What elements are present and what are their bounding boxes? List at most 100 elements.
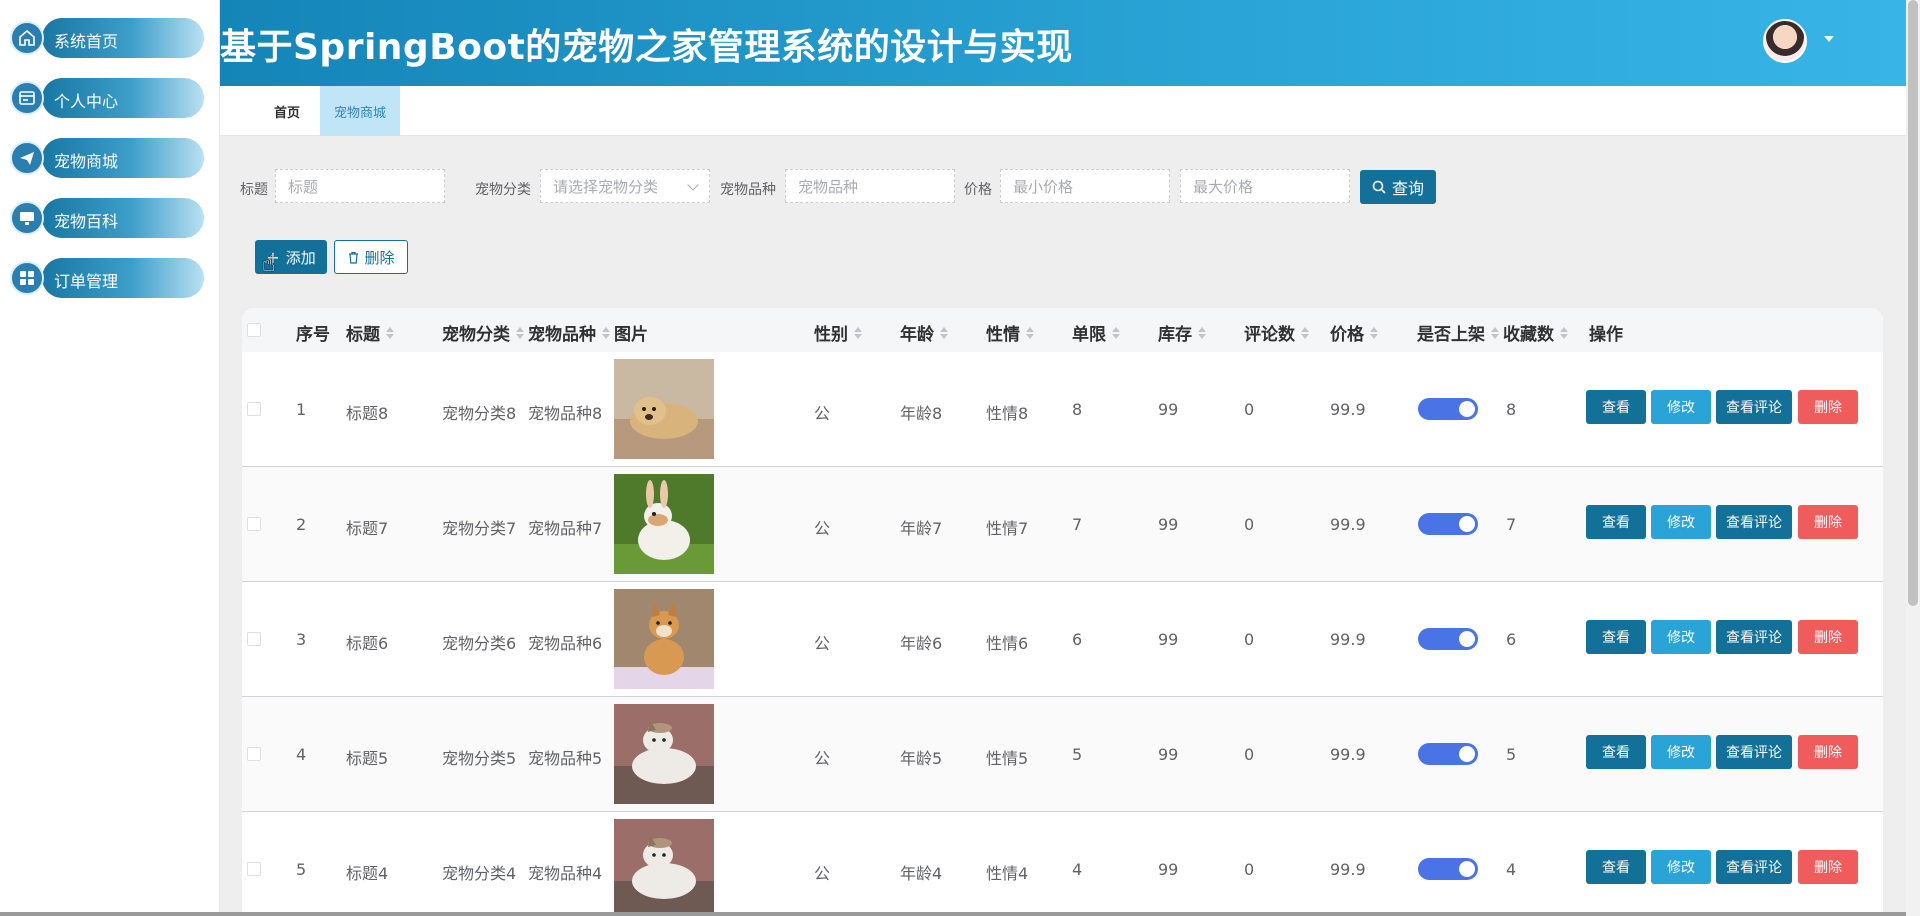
sidebar-item-orders[interactable]: 订单管理 [10, 258, 204, 298]
sidebar: 系统首页 个人中心 宠物商城 宠物百科 订单管理 [0, 0, 220, 916]
pet-image[interactable] [614, 704, 714, 804]
th-actions-label: 操作 [1589, 325, 1623, 345]
sidebar-item-pet-wiki[interactable]: 宠物百科 [10, 198, 204, 238]
th-category[interactable]: 宠物分类 [442, 320, 524, 345]
search-icon [1372, 180, 1386, 194]
view-comments-button[interactable]: 查看评论 [1716, 620, 1792, 654]
th-index-label: 序号 [296, 325, 330, 345]
query-button[interactable]: 查询 [1360, 170, 1436, 204]
cell-age: 年龄5 [900, 749, 943, 768]
th-gender[interactable]: 性别 [814, 320, 862, 345]
edit-button[interactable]: 修改 [1651, 390, 1711, 424]
edit-button[interactable]: 修改 [1651, 505, 1711, 539]
sort-icon [516, 326, 524, 339]
table-row: 3 标题6 宠物分类6 宠物品种6 公 年龄6 性情6 6 99 0 99.9 … [242, 582, 1883, 697]
toggle-knob [1459, 401, 1475, 417]
edit-button[interactable]: 修改 [1651, 735, 1711, 769]
view-button[interactable]: 查看 [1586, 850, 1646, 884]
on-shelf-toggle[interactable] [1418, 858, 1478, 880]
sidebar-item-label: 宠物百科 [54, 212, 119, 231]
cell-gender: 公 [814, 404, 831, 423]
table-row: 1 标题8 宠物分类8 宠物品种8 公 年龄8 性情8 8 99 0 99.9 … [242, 352, 1883, 467]
row-checkbox[interactable] [247, 402, 261, 416]
category-select[interactable]: 请选择宠物分类 [540, 169, 710, 203]
max-price-input[interactable]: 最大价格 [1180, 169, 1350, 203]
view-button[interactable]: 查看 [1586, 735, 1646, 769]
th-comments[interactable]: 评论数 [1244, 320, 1309, 345]
view-button[interactable]: 查看 [1586, 390, 1646, 424]
on-shelf-toggle[interactable] [1418, 743, 1478, 765]
pet-image[interactable] [614, 474, 714, 574]
view-comments-button[interactable]: 查看评论 [1716, 390, 1792, 424]
delete-button[interactable]: 删除 [1798, 620, 1858, 654]
chevron-down-icon[interactable] [1824, 36, 1834, 42]
edit-button[interactable]: 修改 [1651, 620, 1711, 654]
cell-price: 99.9 [1330, 745, 1366, 764]
cell-comments: 0 [1244, 515, 1255, 534]
pet-image[interactable] [614, 819, 714, 916]
th-temper[interactable]: 性情 [986, 320, 1034, 345]
row-checkbox[interactable] [247, 862, 261, 876]
th-stock-label: 库存 [1158, 325, 1192, 345]
th-limit[interactable]: 单限 [1072, 320, 1120, 345]
batch-delete-button[interactable]: 删除 [334, 240, 408, 274]
chevron-down-icon [687, 179, 699, 191]
scrollbar-thumb[interactable] [1908, 0, 1918, 606]
cell-category: 宠物分类5 [442, 749, 517, 768]
table-header: 序号 标题 宠物分类 宠物品种 图片 性别 年龄 性情 单限 库存 评论数 价格… [242, 308, 1883, 352]
th-title[interactable]: 标题 [346, 320, 394, 345]
user-avatar[interactable] [1763, 19, 1807, 63]
sidebar-item-label: 系统首页 [54, 32, 119, 51]
delete-button[interactable]: 删除 [1798, 505, 1858, 539]
tab-home[interactable]: 首页 [262, 86, 312, 136]
breed-input[interactable]: 宠物品种 [785, 169, 955, 203]
th-favorites[interactable]: 收藏数 [1503, 320, 1568, 345]
cell-index: 1 [296, 400, 307, 419]
row-checkbox[interactable] [247, 517, 261, 531]
table-row: 5 标题4 宠物分类4 宠物品种4 公 年龄4 性情4 4 99 0 99.9 … [242, 812, 1883, 916]
cell-title: 标题7 [346, 519, 389, 538]
cell-breed: 宠物品种8 [528, 404, 603, 423]
row-checkbox[interactable] [247, 632, 261, 646]
on-shelf-toggle[interactable] [1418, 398, 1478, 420]
on-shelf-toggle[interactable] [1418, 513, 1478, 535]
main-content: 标题 标题 宠物分类 请选择宠物分类 宠物品种 宠物品种 价格 最小价格 最大价… [220, 136, 1906, 916]
view-comments-button[interactable]: 查看评论 [1716, 505, 1792, 539]
min-price-input[interactable]: 最小价格 [1000, 169, 1170, 203]
view-comments-button[interactable]: 查看评论 [1716, 850, 1792, 884]
tabs-bar: 首页 宠物商城 [220, 86, 1906, 136]
sidebar-item-personal-center[interactable]: 个人中心 [10, 78, 204, 118]
pet-image[interactable] [614, 589, 714, 689]
title-input[interactable]: 标题 [275, 169, 445, 203]
edit-button[interactable]: 修改 [1651, 850, 1711, 884]
cell-limit: 6 [1072, 630, 1083, 649]
sidebar-item-home[interactable]: 系统首页 [10, 18, 204, 58]
th-title-label: 标题 [346, 325, 380, 345]
th-favorites-label: 收藏数 [1503, 325, 1554, 345]
view-button[interactable]: 查看 [1586, 505, 1646, 539]
row-checkbox[interactable] [247, 747, 261, 761]
pet-table: 序号 标题 宠物分类 宠物品种 图片 性别 年龄 性情 单限 库存 评论数 价格… [242, 308, 1883, 916]
cell-stock: 99 [1158, 860, 1179, 879]
cell-age: 年龄8 [900, 404, 943, 423]
th-on-shelf[interactable]: 是否上架 [1417, 320, 1499, 345]
cell-limit: 8 [1072, 400, 1083, 419]
delete-button[interactable]: 删除 [1798, 390, 1858, 424]
sidebar-item-pet-mall[interactable]: 宠物商城 [10, 138, 204, 178]
th-breed[interactable]: 宠物品种 [528, 320, 610, 345]
tab-pet-mall[interactable]: 宠物商城 [320, 86, 400, 136]
th-age[interactable]: 年龄 [900, 320, 948, 345]
delete-button[interactable]: 删除 [1798, 850, 1858, 884]
delete-button[interactable]: 删除 [1798, 735, 1858, 769]
cell-category: 宠物分类6 [442, 634, 517, 653]
th-image-label: 图片 [614, 325, 648, 345]
th-price[interactable]: 价格 [1330, 320, 1378, 345]
view-comments-button[interactable]: 查看评论 [1716, 735, 1792, 769]
select-all-checkbox[interactable] [247, 323, 261, 337]
title-input-placeholder: 标题 [288, 177, 319, 196]
view-button[interactable]: 查看 [1586, 620, 1646, 654]
category-select-placeholder: 请选择宠物分类 [553, 177, 659, 196]
pet-image[interactable] [614, 359, 714, 459]
th-stock[interactable]: 库存 [1158, 320, 1206, 345]
on-shelf-toggle[interactable] [1418, 628, 1478, 650]
